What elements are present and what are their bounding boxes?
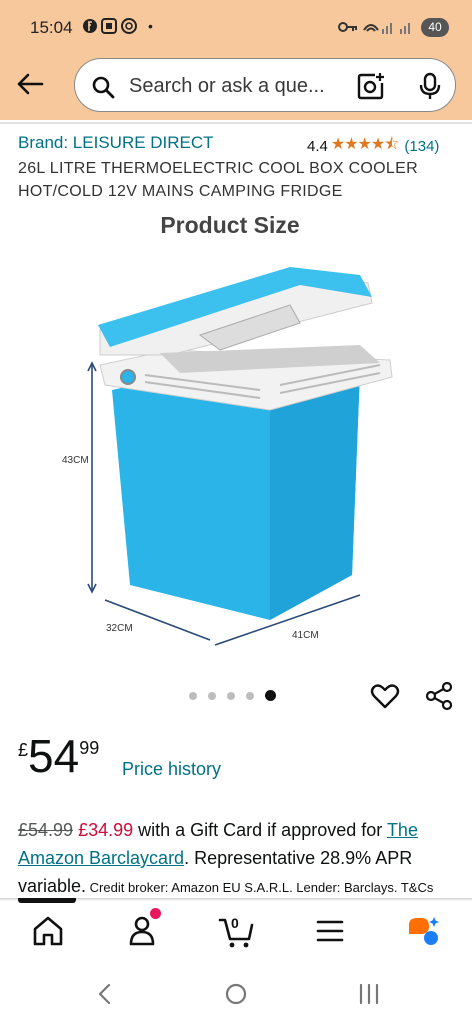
back-arrow-icon[interactable] <box>14 68 46 100</box>
carousel-dot[interactable] <box>208 691 216 700</box>
search-placeholder: Search or ask a que... <box>129 75 325 97</box>
status-bar: 15:04 • 40 <box>0 0 472 56</box>
price: £ 54 99 <box>18 732 99 780</box>
review-count[interactable]: (134) <box>404 138 439 155</box>
menu-icon[interactable] <box>312 913 348 949</box>
cart-count: 0 <box>231 915 239 931</box>
depth-label: 32CM <box>106 623 133 634</box>
offer-price: £34.99 <box>78 820 134 840</box>
notification-app-icons <box>83 18 137 34</box>
rufus-icon[interactable] <box>405 913 441 949</box>
carousel-dot-active[interactable] <box>265 690 276 701</box>
battery-indicator: 40 <box>421 18 449 37</box>
product-image[interactable]: Product Size 43CM 32CM 41CM <box>60 205 420 665</box>
microphone-icon[interactable] <box>417 72 443 100</box>
brand-link[interactable]: Brand: LEISURE DIRECT <box>18 133 214 153</box>
cooler-switch <box>120 369 136 385</box>
price-history-link[interactable]: Price history <box>122 759 221 780</box>
carousel-dot[interactable] <box>246 691 254 700</box>
wishlist-heart-icon[interactable] <box>370 681 400 711</box>
depth-dimension-line <box>104 599 211 641</box>
offer-text: with a Gift Card if approved for <box>133 820 387 840</box>
search-icon <box>92 76 115 99</box>
home-icon[interactable] <box>30 913 66 949</box>
header-divider <box>0 122 472 124</box>
system-status-icons <box>338 18 418 39</box>
system-navigation-bar <box>0 963 472 1024</box>
carousel-dot[interactable] <box>189 691 197 700</box>
cooler-body-side <box>270 370 360 620</box>
system-back-icon[interactable] <box>92 981 120 1007</box>
signal-wifi-icons <box>338 22 410 34</box>
height-label: 43CM <box>62 455 89 466</box>
search-header: Search or ask a que... <box>0 56 472 120</box>
price-currency: £ <box>18 740 29 760</box>
product-title: 26L LITRE THERMOELECTRIC COOL BOX COOLER… <box>18 160 418 200</box>
status-dot: • <box>148 18 153 34</box>
share-icon[interactable] <box>424 681 454 711</box>
offer-small-print: Credit broker: Amazon EU S.A.R.L. Lender… <box>86 880 434 895</box>
barclaycard-link-start[interactable]: The <box>387 820 418 840</box>
bottom-nav: 0 <box>0 901 472 963</box>
home-active-indicator <box>18 898 76 903</box>
notification-icons <box>82 17 142 39</box>
camera-search-icon[interactable] <box>357 72 385 100</box>
barclaycard-link[interactable]: Amazon Barclaycard <box>18 848 184 868</box>
width-label: 41CM <box>292 630 319 641</box>
account-notification-badge <box>150 908 161 919</box>
credit-card-offer: £54.99 £34.99 with a Gift Card if approv… <box>18 816 458 902</box>
cooler-box-illustration: Product Size 43CM 32CM 41CM <box>62 212 393 646</box>
price-fraction: 99 <box>79 738 100 758</box>
price-whole: 54 <box>28 730 80 782</box>
system-recents-icon[interactable] <box>355 981 383 1007</box>
rating-value: 4.4 <box>307 138 328 155</box>
star-rating-icon: ★★★★⯪ <box>330 136 400 153</box>
search-input[interactable]: Search or ask a que... <box>74 58 456 112</box>
image-carousel-dots[interactable] <box>189 690 276 701</box>
status-time: 15:04 <box>30 18 73 37</box>
system-home-icon[interactable] <box>222 981 250 1007</box>
old-price: £54.99 <box>18 820 74 840</box>
carousel-dot[interactable] <box>227 691 235 700</box>
image-heading: Product Size <box>160 212 299 238</box>
rating-summary[interactable]: 4.4 ★★★★⯪ (134) <box>307 133 439 160</box>
